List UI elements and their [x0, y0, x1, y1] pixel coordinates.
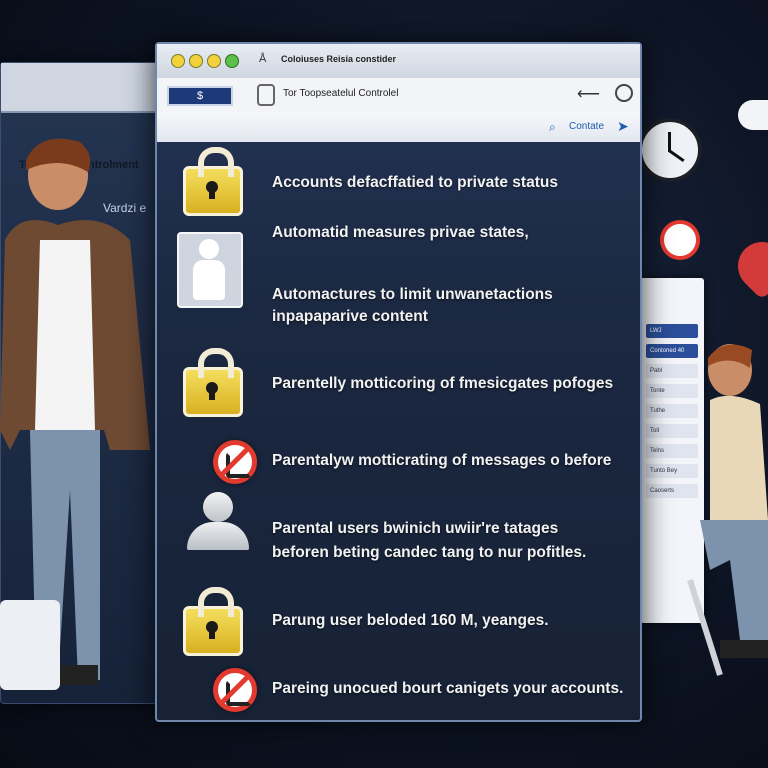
no-sign-icon: [213, 668, 257, 712]
user-icon: [183, 492, 253, 554]
window-dot-yellow[interactable]: [189, 54, 203, 68]
sub-toolbar: ⌕ Contate ➤: [157, 112, 640, 142]
heart-icon: [728, 232, 768, 300]
item-text: Parental users bwinich uwiir're tatages: [272, 520, 559, 537]
item-text: Automactures to limit unwanetactions: [272, 286, 553, 303]
item-text-second-line: inpapaparive content: [272, 308, 428, 325]
list-item: Automactures to limit unwanetactions inp…: [157, 276, 637, 336]
list-item: Accounts defacffatied to private status: [157, 144, 637, 216]
list-item: Parung user beloded 160 M, yeanges.: [157, 584, 637, 656]
background-left-toolbar: [1, 63, 166, 113]
main-browser-window: Å Coloiuses Reisia constider $ Tor Toops…: [155, 42, 642, 722]
back-arrow-icon[interactable]: ⟵: [577, 84, 600, 104]
lock-icon: [183, 348, 243, 417]
tab-title[interactable]: Coloiuses Reisia constider: [281, 54, 396, 64]
url-field[interactable]: Tor Toopseatelul Controlel: [283, 88, 398, 99]
list-item: Parentalyw motticrating of messages o be…: [157, 434, 637, 484]
forward-arrow-icon[interactable]: ➤: [617, 118, 629, 135]
window-dot-green[interactable]: [225, 54, 239, 68]
title-bar: Å Coloiuses Reisia constider: [157, 44, 640, 78]
cloud-icon: [738, 100, 768, 130]
clock-icon: [638, 118, 702, 182]
list-item: Parental users bwinich uwiir're tatages …: [157, 492, 637, 572]
item-text: Automatid measures privae states,: [272, 224, 529, 241]
item-text: Pareing unocued bourt canigets your acco…: [272, 680, 624, 697]
continue-link[interactable]: Contate: [569, 121, 604, 132]
item-text-second-line: beforen beting candec tang to nur pofitl…: [272, 544, 587, 561]
sitting-teen-figure: [680, 340, 768, 680]
list-item: Parentelly motticoring of fmesicgates po…: [157, 348, 637, 419]
background-row: LWJ: [646, 324, 698, 338]
no-sign-icon: [213, 440, 257, 484]
item-text: Parentalyw motticrating of messages o be…: [272, 452, 612, 469]
background-white-lock: [0, 600, 60, 690]
window-dot-yellow[interactable]: [207, 54, 221, 68]
lock-icon: [183, 587, 243, 656]
tab-icon: Å: [259, 53, 267, 65]
refresh-icon[interactable]: [615, 84, 633, 102]
item-text: Accounts defacffatied to private status: [272, 174, 558, 191]
window-dot-yellow[interactable]: [171, 54, 185, 68]
address-button[interactable]: $: [167, 86, 233, 106]
lock-icon: [183, 147, 243, 216]
lock-icon: [257, 84, 275, 106]
list-item: Pareing unocued bourt canigets your acco…: [157, 662, 637, 712]
no-sign-icon: [660, 220, 700, 260]
search-icon[interactable]: ⌕: [549, 120, 556, 135]
item-text: Parung user beloded 160 M, yeanges.: [272, 612, 549, 629]
item-text: Parentelly motticoring of fmesicgates po…: [272, 375, 614, 392]
address-bar: $ Tor Toopseatelul Controlel ⟵: [157, 78, 640, 114]
